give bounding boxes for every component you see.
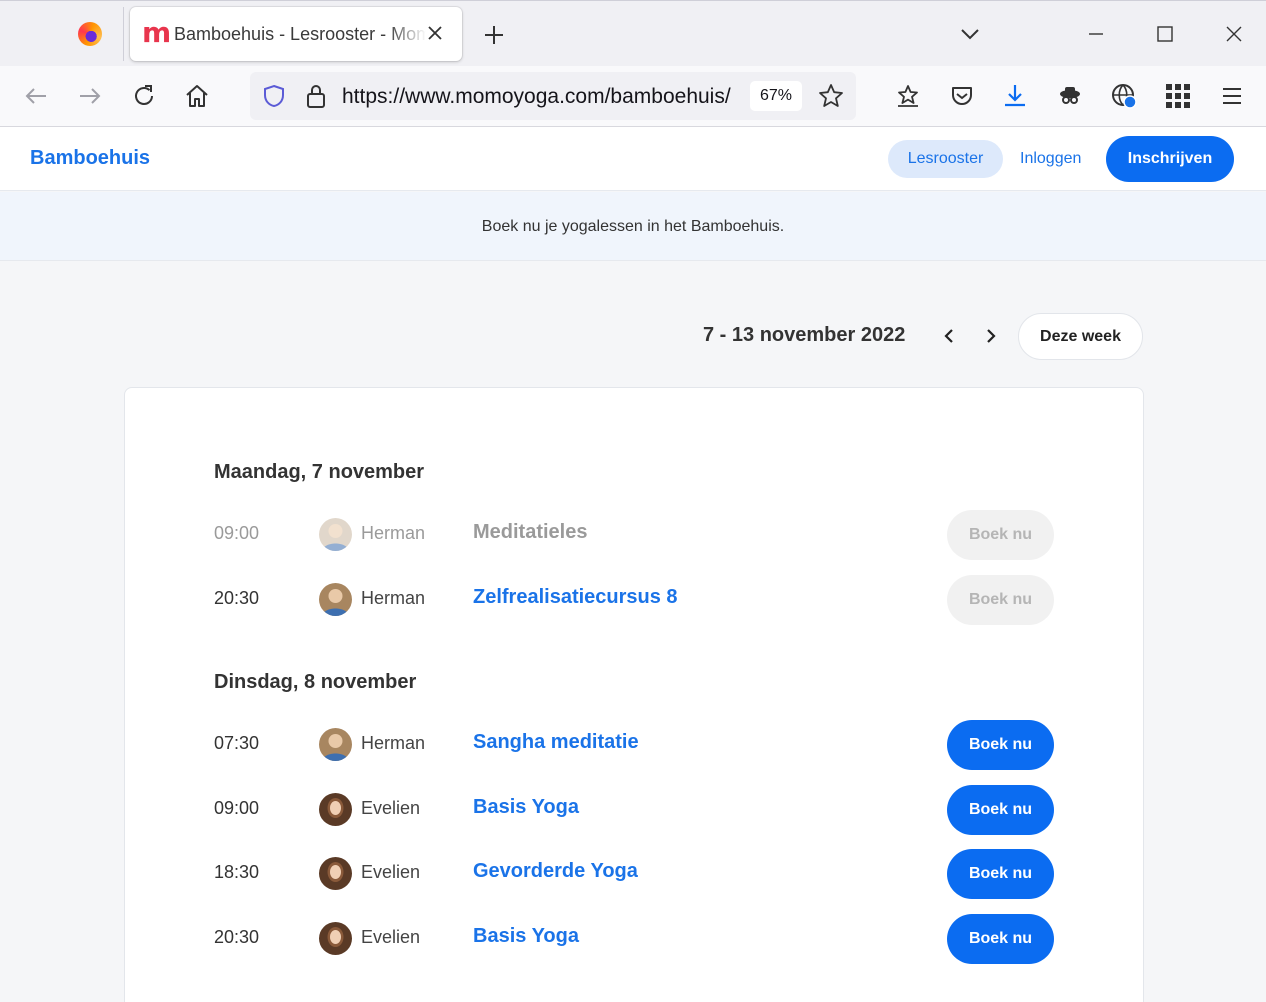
firefox-logo-icon[interactable] — [78, 22, 102, 46]
teacher-name: Evelien — [361, 862, 421, 882]
url-bar[interactable]: https://www.momoyoga.com/bamboehuis/ 67% — [250, 72, 856, 120]
maximize-window-icon[interactable] — [1148, 17, 1182, 51]
reload-icon[interactable] — [128, 80, 160, 112]
book-now-button[interactable]: Boek nu — [947, 785, 1054, 835]
back-arrow-icon[interactable] — [20, 80, 52, 112]
class-time: 20:30 — [214, 927, 260, 947]
teacher-avatar — [319, 922, 352, 955]
pocket-icon[interactable] — [946, 80, 978, 112]
url-text[interactable]: https://www.momoyoga.com/bamboehuis/ — [342, 85, 734, 109]
extension-globe-ip-icon[interactable] — [1108, 80, 1140, 112]
teacher-avatar — [319, 728, 352, 761]
tab-separator — [123, 7, 124, 61]
list-all-tabs-chevron-down-icon[interactable] — [953, 17, 987, 51]
class-time: 20:30 — [214, 588, 260, 608]
minimize-window-icon[interactable] — [1079, 17, 1113, 51]
book-now-button[interactable]: Boek nu — [947, 914, 1054, 964]
bookmarks-star-shelf-icon[interactable] — [892, 80, 924, 112]
teacher-avatar — [319, 793, 352, 826]
downloads-arrow-icon[interactable] — [999, 80, 1031, 112]
class-row: 20:30 Herman Zelfrealisatiecursus 8 Boek… — [214, 575, 1054, 625]
class-row: 09:00 Herman Meditatieles Boek nu — [214, 510, 1054, 560]
tab-title: Bamboehuis - Lesrooster - Momoyoga — [174, 24, 426, 44]
bookmark-star-icon[interactable] — [818, 83, 844, 109]
book-now-button[interactable]: Boek nu — [947, 510, 1054, 560]
zoom-level-badge[interactable]: 67% — [750, 81, 802, 111]
previous-week-chevron-left-icon[interactable] — [938, 324, 960, 348]
day-heading: Dinsdag, 8 november — [214, 671, 417, 693]
browser-navigation-toolbar: https://www.momoyoga.com/bamboehuis/ 67% — [0, 66, 1266, 127]
next-week-chevron-right-icon[interactable] — [980, 324, 1002, 348]
inschrijven-button[interactable]: Inschrijven — [1106, 136, 1234, 182]
book-now-button[interactable]: Boek nu — [947, 849, 1054, 899]
teacher-name: Herman — [361, 733, 426, 753]
class-time: 09:00 — [214, 798, 260, 818]
class-time: 18:30 — [214, 862, 260, 882]
extensions-grid-icon[interactable] — [1162, 80, 1194, 112]
teacher-name: Herman — [361, 523, 426, 543]
momoyoga-favicon-icon: m — [142, 16, 172, 49]
nav-lesrooster-button[interactable]: Lesrooster — [888, 140, 1003, 178]
announcement-banner: Boek nu je yogalessen in het Bamboehuis. — [0, 192, 1266, 261]
class-title-link[interactable]: Basis Yoga — [473, 925, 579, 948]
class-title-link[interactable]: Gevorderde Yoga — [473, 860, 638, 883]
brand-logo-link[interactable]: Bamboehuis — [30, 147, 150, 170]
extension-spy-icon[interactable] — [1054, 80, 1086, 112]
week-range-label: 7 - 13 november 2022 — [703, 324, 906, 346]
teacher-avatar — [319, 857, 352, 890]
close-window-icon[interactable] — [1217, 17, 1251, 51]
class-row: 18:30 Evelien Gevorderde Yoga Boek nu — [214, 849, 1054, 899]
book-now-button[interactable]: Boek nu — [947, 575, 1054, 625]
book-now-button[interactable]: Boek nu — [947, 720, 1054, 770]
browser-tab-strip: m Bamboehuis - Lesrooster - Momoyoga — [0, 0, 1266, 66]
home-icon[interactable] — [181, 80, 213, 112]
day-heading: Maandag, 7 november — [214, 461, 425, 483]
new-tab-plus-icon[interactable] — [480, 21, 508, 49]
class-time: 07:30 — [214, 733, 260, 753]
class-title-link[interactable]: Basis Yoga — [473, 796, 579, 819]
class-row: 09:00 Evelien Basis Yoga Boek nu — [214, 785, 1054, 835]
forward-arrow-icon[interactable] — [74, 80, 106, 112]
site-header: Bamboehuis Lesrooster Inloggen Inschrijv… — [0, 127, 1266, 191]
this-week-button[interactable]: Deze week — [1018, 313, 1143, 360]
close-tab-icon[interactable] — [422, 20, 448, 46]
teacher-name: Evelien — [361, 798, 421, 818]
class-title: Meditatieles — [473, 521, 588, 543]
hamburger-menu-icon[interactable] — [1216, 80, 1248, 112]
lock-icon[interactable] — [304, 83, 328, 109]
class-title-link[interactable]: Sangha meditatie — [473, 731, 639, 754]
nav-inloggen-link[interactable]: Inloggen — [1020, 150, 1081, 168]
teacher-avatar — [319, 518, 352, 551]
teacher-name: Herman — [361, 588, 426, 608]
tracking-protection-shield-icon[interactable] — [262, 84, 286, 108]
browser-tab-active[interactable]: m Bamboehuis - Lesrooster - Momoyoga — [130, 7, 462, 61]
teacher-name: Evelien — [361, 927, 421, 947]
class-title-link[interactable]: Zelfrealisatiecursus 8 — [473, 586, 678, 609]
class-row: 07:30 Herman Sangha meditatie Boek nu — [214, 720, 1054, 770]
class-row: 20:30 Evelien Basis Yoga Boek nu — [214, 914, 1054, 964]
teacher-avatar — [319, 583, 352, 616]
class-time: 09:00 — [214, 523, 260, 543]
